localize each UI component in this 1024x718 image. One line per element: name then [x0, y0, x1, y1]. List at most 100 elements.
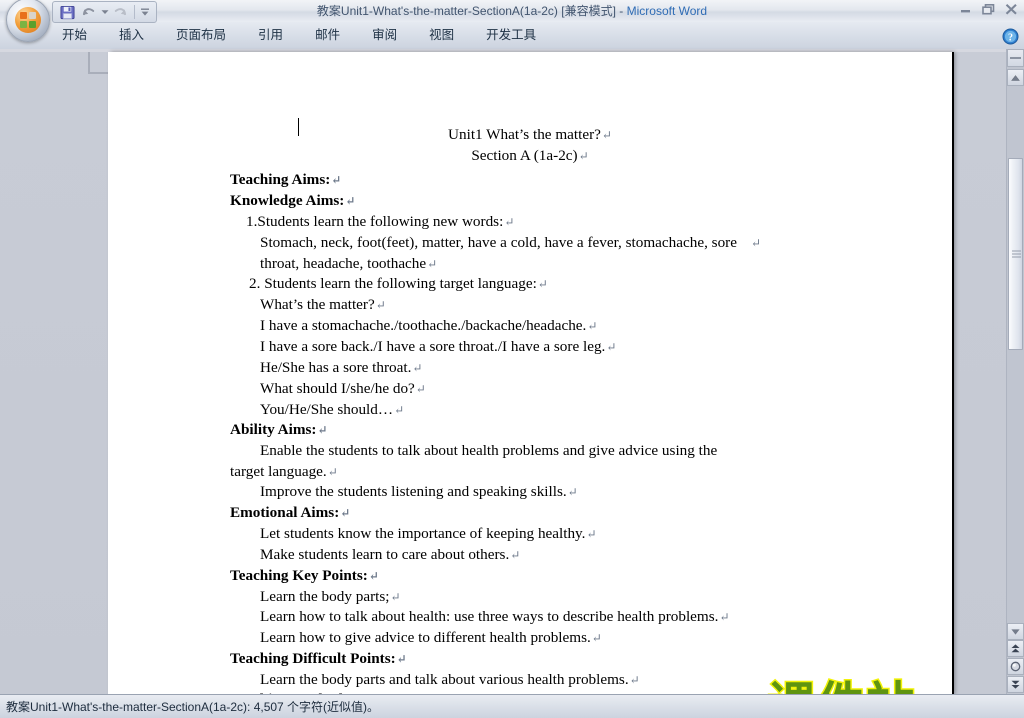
document-text[interactable]: Unit1 What’s the matter?↵ Section A (1a-2…	[108, 52, 952, 695]
paragraph-mark-icon: ↵	[331, 173, 342, 187]
document-line: Learn the body parts;↵	[260, 589, 401, 605]
tab-view[interactable]: 视图	[413, 22, 470, 49]
paragraph-mark-icon: ↵	[375, 298, 386, 312]
document-line-text: What’s the matter?	[260, 296, 375, 313]
previous-page-button[interactable]	[1007, 640, 1024, 657]
minimize-icon[interactable]	[957, 2, 974, 17]
document-line: Let students know the importance of keep…	[260, 526, 597, 542]
document-line: You/He/She should…↵	[260, 402, 404, 418]
document-line-text: 2. Students learn the following target l…	[249, 275, 537, 292]
document-line-text: Enable the students to talk about health…	[260, 442, 718, 459]
paragraph-mark-icon: ↵	[340, 506, 351, 520]
paragraph-mark-icon: ↵	[427, 257, 438, 271]
paragraph-mark-icon: ↵	[601, 128, 612, 142]
office-button[interactable]	[6, 0, 50, 42]
window-title-app: Microsoft Word	[626, 4, 708, 18]
tab-home[interactable]: 开始	[46, 22, 103, 49]
paragraph-mark-icon: ↵	[396, 652, 407, 666]
undo-icon[interactable]	[78, 3, 98, 21]
document-line: 2. Students learn the following target l…	[249, 276, 548, 292]
document-line-text: Teaching Difficult Points:	[230, 650, 396, 667]
document-line: 1.Students learn the following new words…	[246, 214, 514, 230]
office-logo-icon	[15, 7, 41, 33]
document-line: What should I/she/he do?↵	[260, 381, 426, 397]
paragraph-mark-icon: ↵	[394, 403, 405, 417]
document-line: throat, headache, toothache↵	[260, 256, 437, 272]
word-window: 教案Unit1-What's-the-matter-SectionA(1a-2c…	[0, 0, 1024, 718]
tab-mailings[interactable]: 邮件	[299, 22, 356, 49]
document-line-text: Teaching Key Points:	[230, 567, 368, 584]
document-line: I have a sore back./I have a sore throat…	[260, 339, 616, 355]
document-line-text: 1.Students learn the following new words…	[246, 213, 504, 230]
document-line-text: Section A (1a-2c)	[471, 147, 578, 164]
paragraph-mark-icon: ↵	[390, 590, 401, 604]
document-line-text: I have a stomachache./toothache./backach…	[260, 317, 587, 334]
document-line-text: Learn the body parts and talk about vari…	[260, 671, 629, 688]
tab-page-layout[interactable]: 页面布局	[160, 22, 242, 49]
document-page[interactable]: Unit1 What’s the matter?↵ Section A (1a-2…	[108, 52, 952, 695]
quick-access-toolbar	[52, 1, 157, 23]
ribbon-tabs: 开始 插入 页面布局 引用 邮件 审阅 视图 开发工具	[46, 22, 552, 49]
select-browse-object-button[interactable]	[1007, 658, 1024, 675]
document-line-text: Learn the body parts;	[260, 588, 390, 605]
document-line-text: Let students know the importance of keep…	[260, 525, 586, 542]
document-line: Enable the students to talk about health…	[260, 443, 717, 459]
window-title-document: 教案Unit1-What's-the-matter-SectionA(1a-2c…	[316, 4, 627, 18]
document-line-text: target language.	[230, 463, 327, 480]
document-line: Unit1 What’s the matter?↵	[108, 127, 952, 143]
close-icon[interactable]	[1003, 2, 1020, 17]
document-line-text: Unit1 What’s the matter?	[448, 126, 601, 143]
scrollbar-thumb[interactable]	[1008, 158, 1023, 350]
undo-dropdown-icon[interactable]	[99, 3, 110, 21]
document-line-text: What should I/she/he do?	[260, 380, 415, 397]
document-line-text: Teaching Aims:	[230, 171, 331, 188]
tab-references[interactable]: 引用	[242, 22, 299, 49]
paragraph-mark-icon: ↵	[578, 149, 589, 163]
paragraph-mark-icon: ↵	[510, 548, 521, 562]
scroll-up-button[interactable]	[1007, 69, 1024, 86]
document-line: Knowledge Aims:↵	[230, 193, 355, 209]
document-line-text: Emotional Aims:	[230, 504, 340, 521]
paragraph-mark-icon: ↵	[629, 673, 640, 687]
tab-developer[interactable]: 开发工具	[470, 22, 552, 49]
document-line-text: He/She has a sore throat.	[260, 359, 412, 376]
document-line: Stomach, neck, foot(feet), matter, have …	[260, 235, 761, 251]
next-page-button[interactable]	[1007, 676, 1024, 693]
document-line: Make students learn to care about others…	[260, 547, 520, 563]
paragraph-mark-icon: ↵	[317, 423, 328, 437]
document-line-text: Ability Aims:	[230, 421, 317, 438]
paragraph-mark-icon: ↵	[412, 361, 423, 375]
scrollbar-grip-icon	[1012, 249, 1021, 260]
vertical-scrollbar[interactable]	[1006, 49, 1024, 695]
document-line-text: You/He/She should…	[260, 401, 394, 418]
paragraph-mark-icon: ↵	[591, 631, 602, 645]
document-line-text: I have a sore back./I have a sore throat…	[260, 338, 606, 355]
document-line: Emotional Aims:↵	[230, 505, 350, 521]
paragraph-mark-icon: ↵	[368, 569, 379, 583]
paragraph-mark-icon: ↵	[567, 485, 578, 499]
tab-insert[interactable]: 插入	[103, 22, 160, 49]
split-window-handle-icon[interactable]	[1007, 49, 1024, 67]
help-icon[interactable]: ?	[1000, 26, 1020, 46]
document-line-text: Make students learn to care about others…	[260, 546, 510, 563]
document-line-text: Knowledge Aims:	[230, 192, 345, 209]
tab-review[interactable]: 审阅	[356, 22, 413, 49]
document-line: Teaching Key Points:↵	[230, 568, 379, 584]
customize-qat-icon[interactable]	[138, 3, 152, 21]
document-line-text: throat, headache, toothache	[260, 255, 427, 272]
document-line: What’s the matter?↵	[260, 297, 386, 313]
toolbar-separator	[134, 5, 135, 19]
document-line: I have a stomachache./toothache./backach…	[260, 318, 597, 334]
paragraph-mark-icon: ↵	[719, 610, 730, 624]
document-line-text: Improve the students listening and speak…	[260, 483, 567, 500]
document-line: Teaching Difficult Points:↵	[230, 651, 407, 667]
document-line: Section A (1a-2c)↵	[108, 148, 952, 164]
paragraph-mark-icon: ↵	[504, 215, 515, 229]
document-line: He/She has a sore throat.↵	[260, 360, 422, 376]
status-word-count: 教案Unit1-What's-the-matter-SectionA(1a-2c…	[6, 700, 380, 714]
redo-icon[interactable]	[111, 3, 131, 21]
scroll-down-button[interactable]	[1007, 623, 1024, 640]
paragraph-mark-icon: ↵	[327, 465, 338, 479]
save-icon[interactable]	[57, 3, 77, 21]
restore-icon[interactable]	[980, 2, 997, 17]
